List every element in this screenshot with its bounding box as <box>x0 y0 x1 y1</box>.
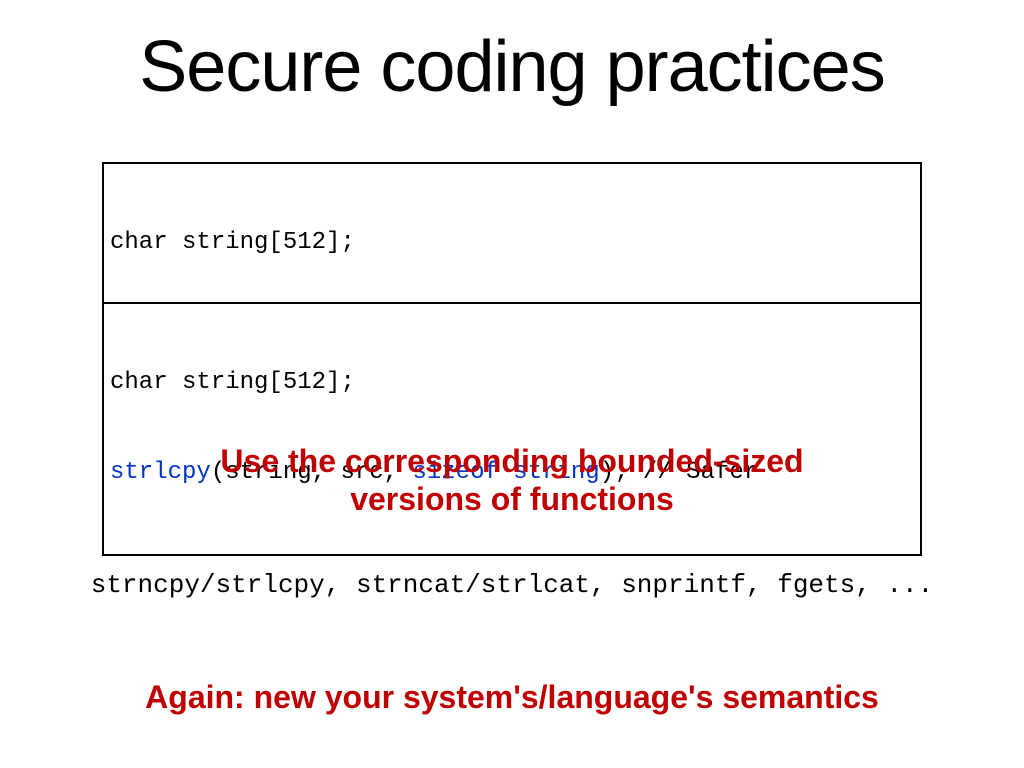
caption-bounded-functions: Use the corresponding bounded-sized vers… <box>0 442 1024 519</box>
slide: Secure coding practices char string[512]… <box>0 0 1024 768</box>
code-line: char string[512]; <box>110 228 914 258</box>
caption-line: Use the corresponding bounded-sized <box>220 443 803 479</box>
caption-line: versions of functions <box>350 481 674 517</box>
slide-title: Secure coding practices <box>0 26 1024 108</box>
code-line: char string[512]; <box>110 368 914 398</box>
function-list: strncpy/strlcpy, strncat/strlcat, snprin… <box>0 570 1024 600</box>
caption-semantics: Again: new your system's/language's sema… <box>0 678 1024 716</box>
